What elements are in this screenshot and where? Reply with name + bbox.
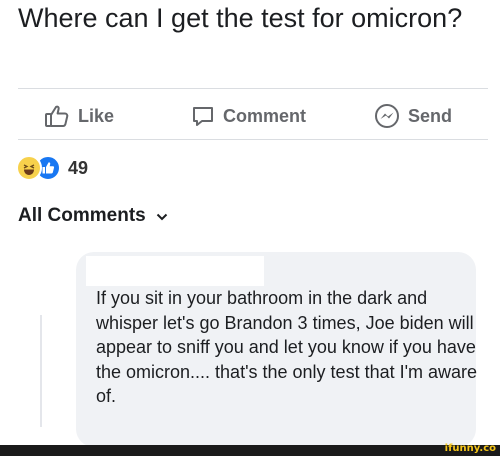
post-actions-bar: Like Comment Send bbox=[0, 98, 500, 134]
reactions-summary[interactable]: 49 bbox=[16, 155, 89, 181]
watermark-bar bbox=[0, 445, 500, 456]
comment-thread-line bbox=[40, 315, 42, 427]
reaction-count: 49 bbox=[68, 157, 89, 178]
divider-bottom bbox=[18, 139, 488, 140]
like-label: Like bbox=[78, 105, 115, 126]
watermark-logo: ifunny.co bbox=[444, 443, 496, 454]
haha-icon bbox=[16, 155, 42, 181]
redacted-commenter-name bbox=[86, 256, 264, 286]
comment-text: If you sit in your bathroom in the dark … bbox=[96, 288, 478, 406]
thumbs-up-icon bbox=[44, 104, 70, 128]
divider-top bbox=[18, 88, 488, 89]
comment-label: Comment bbox=[223, 105, 307, 126]
comment-bubble-icon bbox=[191, 104, 215, 128]
messenger-icon bbox=[374, 103, 400, 129]
all-comments-label: All Comments bbox=[18, 205, 146, 226]
send-label: Send bbox=[408, 105, 453, 126]
all-comments-dropdown[interactable]: All Comments bbox=[18, 205, 168, 227]
like-button[interactable]: Like bbox=[44, 98, 114, 134]
post-text: Where can I get the test for omicron? bbox=[18, 3, 463, 33]
send-button[interactable]: Send bbox=[374, 98, 452, 134]
comment-button[interactable]: Comment bbox=[191, 98, 306, 134]
chevron-down-icon bbox=[156, 205, 168, 227]
